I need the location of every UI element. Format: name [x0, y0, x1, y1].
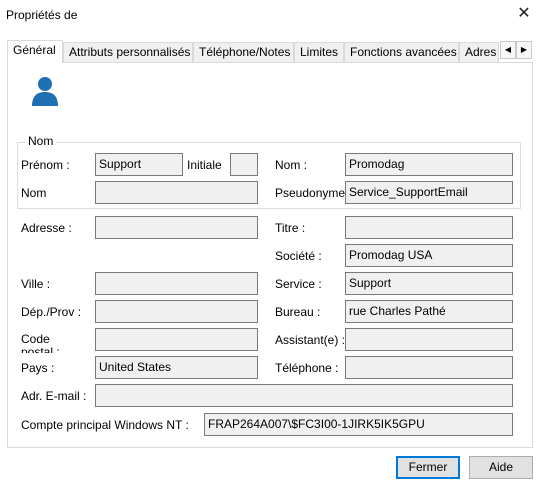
email-field[interactable] [95, 384, 513, 407]
alias-label: Pseudonyme [275, 186, 346, 200]
tab-custom-attributes[interactable]: Attributs personnalisés [63, 42, 193, 62]
alias-field[interactable]: Service_SupportEmail [345, 181, 513, 204]
company-label: Société : [275, 249, 322, 263]
help-button[interactable]: Aide [469, 456, 533, 479]
first-name-label: Prénom : [21, 158, 70, 172]
close-icon[interactable]: ✕ [514, 4, 534, 24]
phone-field[interactable] [345, 356, 513, 379]
company-field[interactable]: Promodag USA [345, 244, 513, 267]
address-field[interactable] [95, 216, 258, 239]
state-province-label: Dép./Prov : [21, 305, 82, 319]
tab-scroll-left-button[interactable]: ◀ [500, 41, 516, 59]
address-label: Adresse : [21, 221, 72, 235]
city-field[interactable] [95, 272, 258, 295]
tab-limits[interactable]: Limites [294, 42, 344, 62]
tab-scroll-right-button[interactable]: ▶ [516, 41, 532, 59]
tab-advanced-features[interactable]: Fonctions avancées [344, 42, 459, 62]
office-field[interactable]: rue Charles Pathé [345, 300, 513, 323]
first-name-field[interactable]: Support [95, 153, 183, 176]
country-field[interactable]: United States [95, 356, 258, 379]
last-name-field[interactable]: Promodag [345, 153, 513, 176]
phone-label: Téléphone : [275, 361, 339, 375]
title-field[interactable] [345, 216, 513, 239]
postal-code-label: Code postal : [21, 333, 60, 353]
postal-code-field[interactable] [95, 328, 258, 351]
initial-label: Initiale [187, 158, 222, 172]
tab-addresses[interactable]: Adres [459, 42, 499, 62]
city-label: Ville : [21, 277, 51, 291]
display-name-field[interactable] [95, 181, 258, 204]
department-label: Service : [275, 277, 322, 291]
assistant-label: Assistant(e) : [275, 333, 346, 347]
country-label: Pays : [21, 361, 55, 375]
tab-strip: Général Attributs personnalisés Téléphon… [7, 40, 533, 63]
close-button[interactable]: Fermer [396, 456, 460, 479]
tab-phone-notes[interactable]: Téléphone/Notes [193, 42, 294, 62]
initial-field[interactable] [230, 153, 258, 176]
department-field[interactable]: Support [345, 272, 513, 295]
last-name-label: Nom : [275, 158, 308, 172]
state-province-field[interactable] [95, 300, 258, 323]
user-icon [30, 75, 60, 107]
tab-general[interactable]: Général [7, 40, 63, 63]
window-title: Propriétés de [6, 8, 78, 22]
assistant-field[interactable] [345, 328, 513, 351]
title-label: Titre : [275, 221, 306, 235]
office-label: Bureau : [275, 305, 321, 319]
nt-account-field[interactable]: FRAP264A007\$FC3I00-1JIRK5IK5GPU [204, 413, 513, 436]
display-name-label: Nom [21, 186, 47, 200]
nt-account-label: Compte principal Windows NT : [21, 418, 189, 432]
email-label: Adr. E-mail : [21, 389, 87, 403]
name-group-title: Nom [25, 134, 57, 148]
